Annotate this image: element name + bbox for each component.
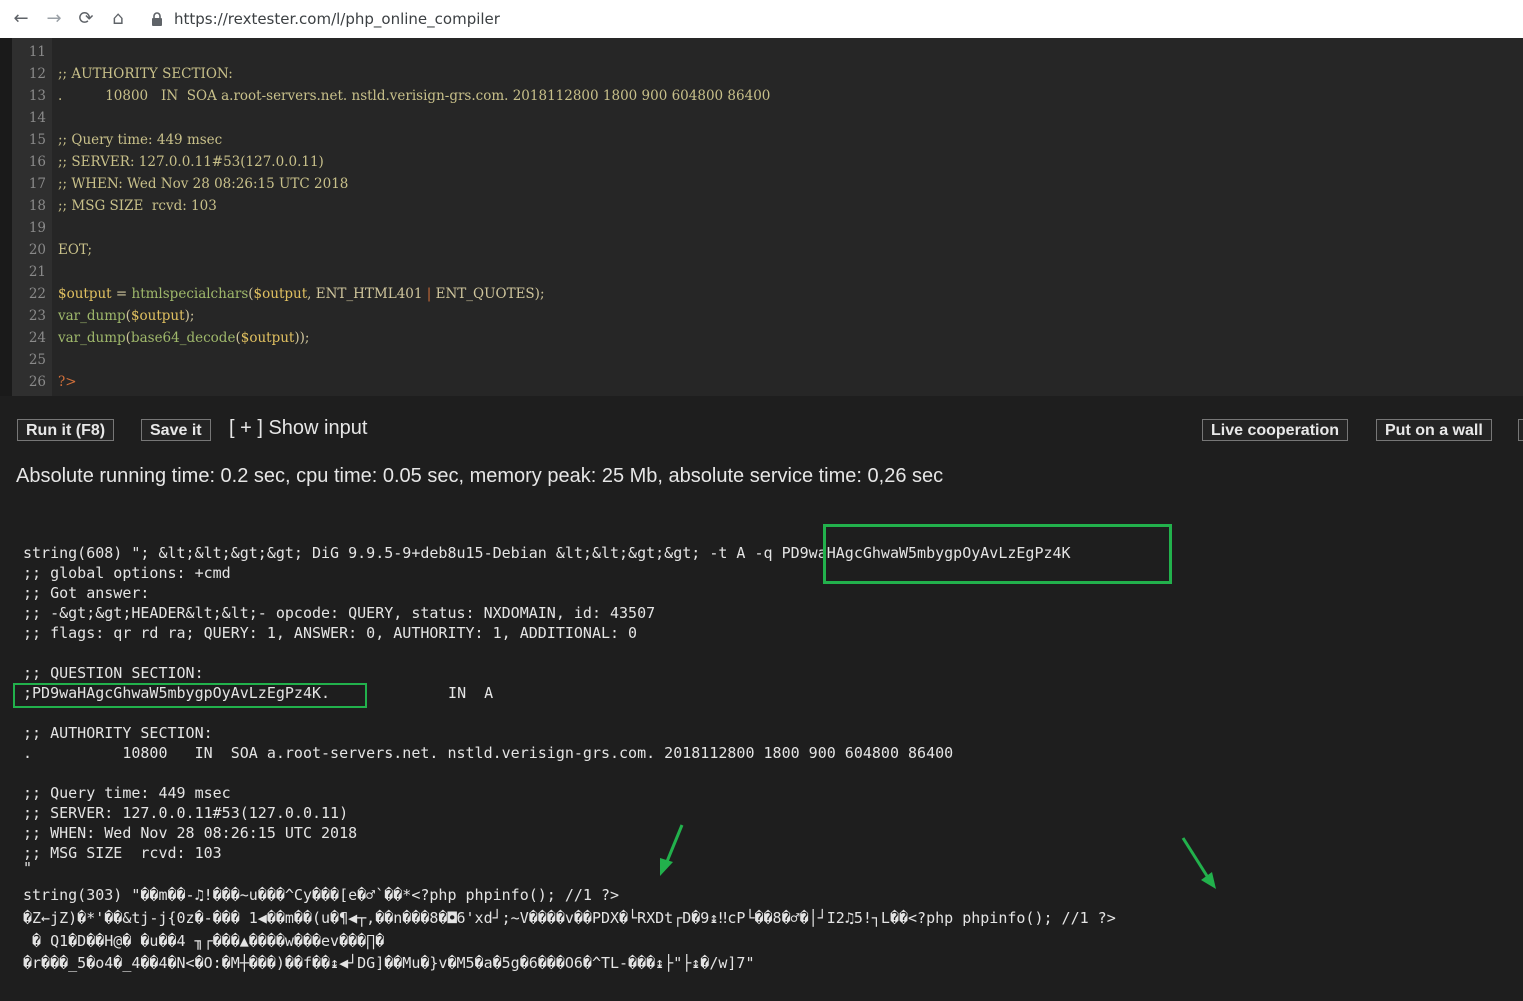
annotation-arrow-icon (1181, 837, 1216, 889)
annotation-arrows (660, 824, 1216, 889)
annotation-arrow-icon (660, 824, 684, 876)
